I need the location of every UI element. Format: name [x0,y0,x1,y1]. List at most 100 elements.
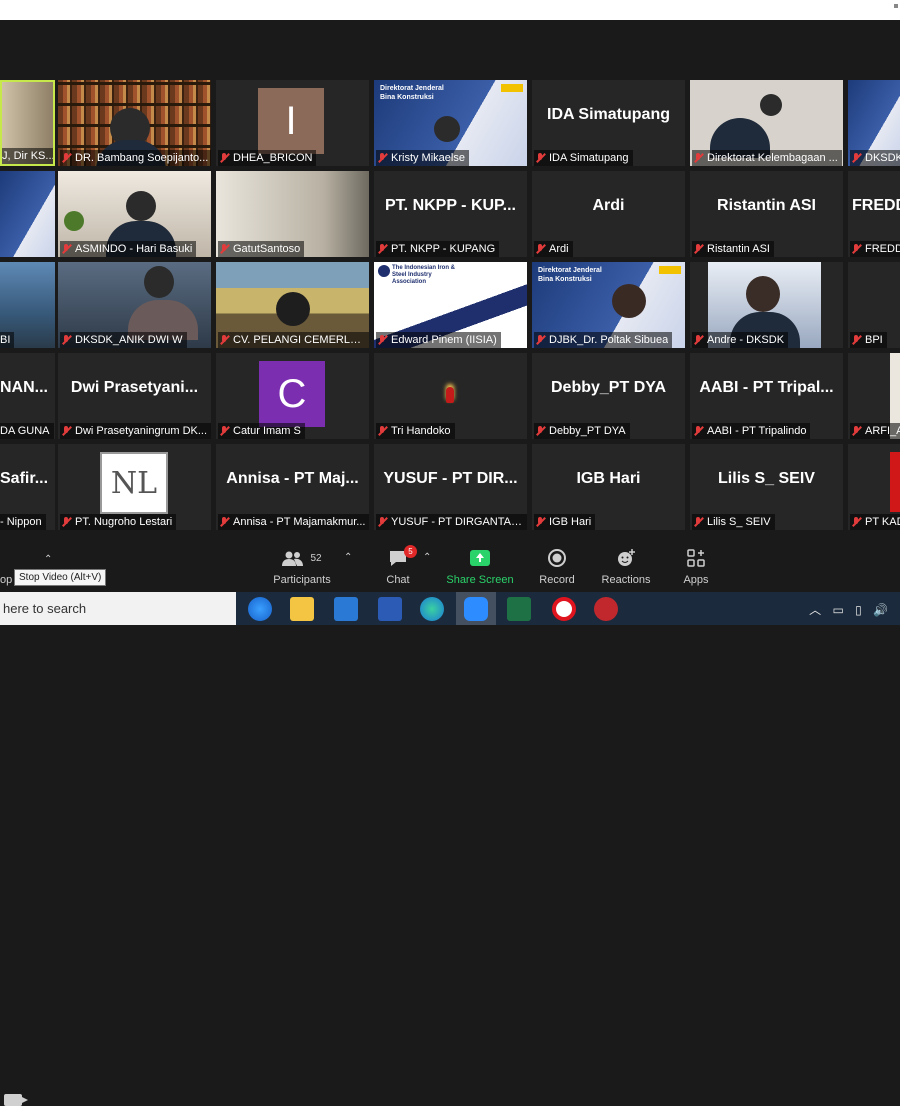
slide-title: The Indonesian Iron & Steel Industry Ass… [392,265,456,285]
participant-tile[interactable]: BI [0,262,55,348]
participant-name: Annisa - PT Majamakmur... [233,516,366,528]
participant-tile[interactable]: Andre - DKSDK [690,262,843,348]
participant-name: DA GUNA [0,425,50,437]
participant-tile[interactable]: YUSUF - PT DIR... YUSUF - PT DIRGANTARA.… [374,444,527,530]
participant-tile[interactable]: AABI - PT Tripal... AABI - PT Tripalindo [690,353,843,439]
participant-tile-active-speaker[interactable]: J, Dir KS... [0,80,55,166]
participant-tile[interactable]: Tri Handoko [374,353,527,439]
excel-icon[interactable] [507,597,531,621]
participant-tile[interactable]: Annisa - PT Maj... Annisa - PT Majamakmu… [216,444,369,530]
participant-tile[interactable]: Direktorat Kelembagaan ... [690,80,843,166]
participant-tile[interactable]: IDA Simatupang IDA Simatupang [532,80,685,166]
system-tray[interactable]: ︿ ▭ ▯ 🔊 [809,601,892,618]
participant-tile[interactable]: ARFI_A [848,353,900,439]
zoom-app-active[interactable] [456,592,496,625]
participant-name-bar: AABI - PT Tripalindo [692,423,811,439]
participant-display-name: PT. NKPP - KUP... [385,197,516,214]
participant-name: Direktorat Kelembagaan ... [707,152,838,164]
participant-tile[interactable]: DKSDK [848,80,900,166]
participant-name: DKSDK_ANIK DWI W [75,334,183,346]
muted-mic-icon [534,243,546,255]
participant-tile[interactable]: FREDD FREDD [848,171,900,257]
muted-mic-icon [534,425,546,437]
participant-name-bar: Kristy Mikaelse [376,150,469,166]
participant-tile[interactable]: Ardi Ardi [532,171,685,257]
participant-display-name: NAN... [0,379,48,396]
participant-head [126,191,156,221]
video-camera-icon[interactable] [4,1094,28,1106]
participant-tile[interactable]: PT. NKPP - KUP... PT. NKPP - KUPANG [374,171,527,257]
participant-tile[interactable]: Direktorat Jenderal Bina Konstruksi DJBK… [532,262,685,348]
participant-display-name: Safir... [0,470,49,487]
participant-name: IDA Simatupang [549,152,629,164]
participant-name-bar: CV. PELANGI CEMERLAN... [218,332,369,348]
reactions-button[interactable]: Reactions [586,548,666,586]
participant-tile[interactable]: Safir... - Nippon [0,444,55,530]
muted-mic-icon [376,152,388,164]
participant-tile[interactable]: C Catur Imam S [216,353,369,439]
company-logo-icon: NL [100,452,168,514]
muted-mic-icon [60,334,72,346]
participant-display-name: AABI - PT Tripal... [699,379,834,396]
plant-icon [64,211,84,231]
participant-tile[interactable]: CV. PELANGI CEMERLAN... [216,262,369,348]
word-icon[interactable] [378,597,402,621]
participant-name: GatutSantoso [233,243,301,255]
participant-tile[interactable]: DR. Bambang Soepijanto... [58,80,211,166]
participant-name: BI [0,334,11,346]
edge-browser-icon[interactable] [420,597,444,621]
participant-tile[interactable]: Lilis S_ SEIV Lilis S_ SEIV [690,444,843,530]
participant-tile[interactable]: I DHEA_BRICON [216,80,369,166]
stop-video-label[interactable]: op [0,574,12,586]
participant-name: PT. Nugroho Lestari [75,516,173,528]
participant-tile[interactable] [0,171,55,257]
participant-tile[interactable]: Ristantin ASI Ristantin ASI [690,171,843,257]
mail-icon[interactable] [334,597,358,621]
participant-name: Ristantin ASI [707,243,770,255]
apps-button[interactable]: Apps [656,548,736,586]
opera-browser-icon[interactable] [552,597,576,621]
participant-tile[interactable]: The Indonesian Iron & Steel Industry Ass… [374,262,527,348]
taskbar-search-box[interactable]: here to search [0,592,236,625]
participant-name: Catur Imam S [233,425,301,437]
participant-name-bar: Ristantin ASI [692,241,774,257]
slide-title: Direktorat Jenderal Bina Konstruksi [380,85,444,101]
chevron-up-icon[interactable]: ⌃ [344,552,352,563]
share-screen-button[interactable]: Share Screen [440,548,520,586]
participant-tile[interactable]: NAN... DA GUNA [0,353,55,439]
game-app-icon[interactable] [594,597,618,621]
participant-name-bar: Debby_PT DYA [534,423,630,439]
participant-tile[interactable]: ASMINDO - Hari Basuki [58,171,211,257]
participants-button[interactable]: 52 Participants [262,548,342,586]
participant-name-bar: DR. Bambang Soepijanto... [60,150,211,166]
participant-name-bar: ARFI_A [850,423,900,439]
participant-tile[interactable]: DKSDK_ANIK DWI W [58,262,211,348]
chevron-up-icon[interactable]: ⌃ [423,552,431,563]
participant-tile[interactable]: PT KAD [848,444,900,530]
participant-name-bar: Catur Imam S [218,423,305,439]
participant-tile[interactable]: Direktorat Jenderal Bina Konstruksi Kris… [374,80,527,166]
record-button[interactable]: Record [517,548,597,586]
slide-title: Direktorat Jenderal Bina Konstruksi [538,267,602,283]
teams-meeting-app-icon[interactable] [248,597,272,621]
participant-tile[interactable]: Dwi Prasetyani... Dwi Prasetyaningrum DK… [58,353,211,439]
participant-name: ARFI_A [865,425,900,437]
participant-tile[interactable]: BPI [848,262,900,348]
participant-name: Lilis S_ SEIV [707,516,771,528]
muted-mic-icon [692,516,704,528]
file-explorer-icon[interactable] [290,597,314,621]
muted-mic-icon [534,334,546,346]
participant-display-name: Ardi [592,197,625,214]
muted-mic-icon [60,516,72,528]
participant-name-bar: BI [0,332,15,348]
iisia-logo-icon [378,265,390,277]
muted-mic-icon [218,243,230,255]
participant-name: FREDD [865,243,900,255]
participant-tile[interactable]: NL PT. Nugroho Lestari [58,444,211,530]
participant-tile[interactable]: GatutSantoso [216,171,369,257]
chevron-up-icon[interactable]: ⌃ [44,554,52,565]
ministry-logo-icon [659,266,681,274]
participant-tile[interactable]: Debby_PT DYA Debby_PT DYA [532,353,685,439]
participant-name-bar: J, Dir KS... [2,148,53,164]
participant-tile[interactable]: IGB Hari IGB Hari [532,444,685,530]
